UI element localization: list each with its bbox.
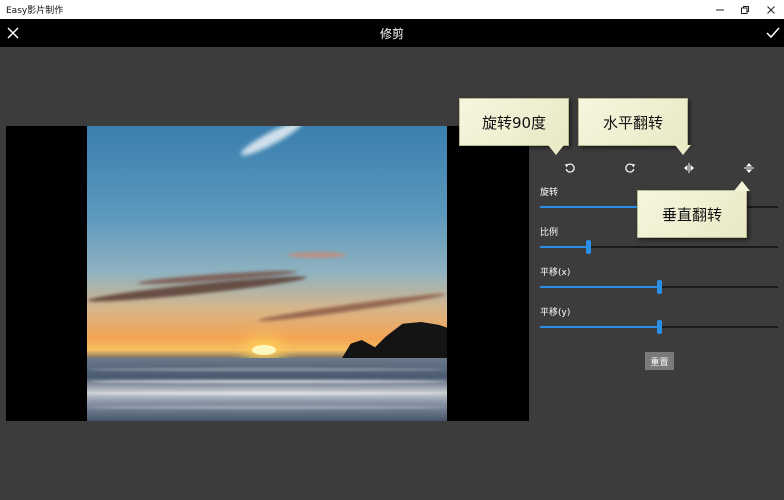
close-window-button[interactable]: [758, 0, 784, 19]
callout-flip-vertical: 垂直翻转: [637, 181, 750, 238]
close-window-icon: [767, 5, 775, 14]
page-title: 修剪: [379, 27, 404, 41]
pan-x-slider[interactable]: [540, 280, 778, 294]
app-title: Easy影片制作: [6, 6, 64, 16]
editor-header: 修剪: [0, 19, 784, 47]
pan-y-slider-thumb[interactable]: [657, 320, 662, 334]
callout-flip-horizontal: 水平翻转: [578, 98, 691, 155]
rotation-label: 旋转: [540, 188, 559, 198]
pan-y-slider[interactable]: [540, 320, 778, 334]
video-preview: [6, 126, 529, 421]
flip-horizontal-icon: [684, 163, 694, 173]
pan-x-slider-thumb[interactable]: [657, 280, 662, 294]
confirm-button[interactable]: [763, 23, 783, 43]
callout-flip-vertical-text: 垂直翻转: [661, 205, 722, 224]
flip-vertical-button[interactable]: [741, 160, 757, 176]
scale-slider[interactable]: [540, 240, 778, 254]
flip-vertical-icon: [744, 163, 754, 173]
minimize-icon: [716, 9, 724, 10]
scale-slider-fill: [540, 246, 588, 248]
pan-x-label: 平移(x): [540, 268, 571, 278]
rotate-left-icon: [565, 163, 575, 173]
rotate-right-button[interactable]: [622, 160, 638, 176]
pan-x-slider-fill: [540, 286, 659, 288]
scale-slider-thumb[interactable]: [586, 240, 591, 254]
restore-icon: [741, 5, 749, 14]
pan-y-label: 平移(y): [540, 308, 571, 318]
minimize-button[interactable]: [707, 0, 733, 19]
callout-rotate: 旋转90度: [459, 98, 569, 155]
window-titlebar: Easy影片制作: [0, 0, 784, 19]
pan-y-slider-fill: [540, 326, 659, 328]
sunset-over-sea-photo: [87, 126, 447, 421]
reset-button[interactable]: 重置: [645, 352, 674, 370]
flip-horizontal-button[interactable]: [681, 160, 697, 176]
callout-rotate-text: 旋转90度: [481, 113, 547, 132]
rotate-left-button[interactable]: [562, 160, 578, 176]
scale-label: 比例: [540, 228, 559, 238]
restore-button[interactable]: [732, 0, 758, 19]
checkmark-icon: [766, 27, 780, 39]
rotate-right-icon: [625, 163, 635, 173]
callout-flip-horizontal-text: 水平翻转: [602, 113, 663, 132]
